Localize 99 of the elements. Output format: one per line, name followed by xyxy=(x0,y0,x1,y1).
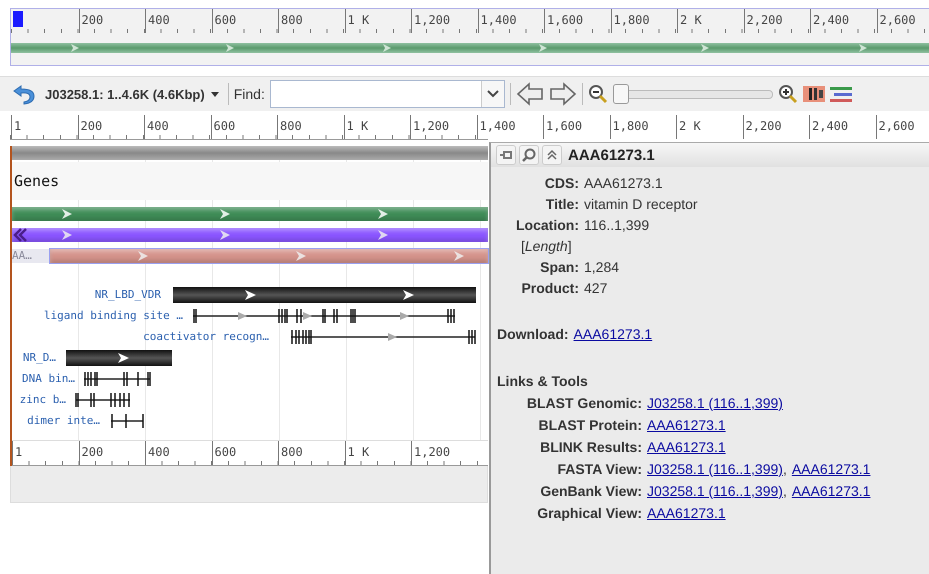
field-label: Location: xyxy=(515,217,579,233)
sequence-icon[interactable] xyxy=(802,84,825,104)
find-label: Find: xyxy=(234,86,265,102)
ruler-label: 1 K xyxy=(344,115,410,139)
tracks-icon[interactable] xyxy=(830,84,852,104)
download-link[interactable]: AAA61273.1 xyxy=(574,326,652,342)
site-marks-drawing[interactable] xyxy=(83,371,152,387)
ruler-label: 200 xyxy=(78,115,144,139)
feature-label[interactable]: NR_LBD_VDR xyxy=(94,288,161,301)
ruler-label: 1 K xyxy=(344,441,411,465)
ruler-label: 600 xyxy=(210,115,277,139)
pin-icon[interactable] xyxy=(499,149,513,161)
feature-label[interactable]: zinc b… xyxy=(20,393,66,406)
ruler-label: 1 K xyxy=(344,9,411,33)
ruler-label: 2,400 xyxy=(810,9,876,33)
ruler-label: 2 K xyxy=(677,9,744,33)
tool-link[interactable]: AAA61273.1 xyxy=(647,505,726,521)
feature-label[interactable]: dimer inte… xyxy=(27,414,100,427)
track-label: AA… xyxy=(12,249,50,263)
zoom-slider[interactable] xyxy=(612,84,773,104)
tool-link[interactable]: J03258.1 (116..1,399) xyxy=(647,483,783,499)
field-value: 1,284 xyxy=(584,259,620,275)
site-marks-drawing[interactable] xyxy=(192,308,457,324)
ruler-label: 200 xyxy=(78,441,145,465)
section-heading: Links & Tools xyxy=(497,373,589,389)
ruler-label: 400 xyxy=(144,115,210,139)
ruler-label: 800 xyxy=(278,9,344,33)
tool-link[interactable]: AAA61273.1 xyxy=(792,483,870,499)
site-marks-drawing[interactable] xyxy=(110,413,145,429)
feature-label[interactable]: NR_D… xyxy=(22,351,56,364)
tool-link[interactable]: J03258.1 (116..1,399) xyxy=(647,461,783,477)
feature-label[interactable]: ligand binding site … xyxy=(44,309,183,322)
ruler-label: 800 xyxy=(277,115,344,139)
ruler-label: 2 K xyxy=(676,115,742,139)
chevron-down-icon[interactable] xyxy=(486,90,499,98)
field-label: CDS: xyxy=(544,175,579,191)
site-marks-drawing[interactable] xyxy=(290,329,477,345)
ruler-label: 1,800 xyxy=(610,115,676,139)
ruler-label: 800 xyxy=(278,441,344,465)
caret-icon[interactable] xyxy=(210,92,219,96)
tool-link[interactable]: AAA61273.1 xyxy=(647,417,726,433)
field-label: Title: xyxy=(544,196,579,212)
download-label: Download: xyxy=(497,326,569,342)
ruler-label: 2,200 xyxy=(742,115,809,139)
double-chevron-up-icon[interactable] xyxy=(546,149,558,161)
ruler-label: 400 xyxy=(145,441,212,465)
tool-label: Graphical View: xyxy=(536,505,642,521)
tool-label: BLAST Genomic: xyxy=(526,395,642,411)
ruler-label: 1,400 xyxy=(476,115,543,139)
tool-link[interactable]: AAA61273.1 xyxy=(647,439,726,455)
popup-title: AAA61273.1 xyxy=(568,146,655,164)
slider-thumb[interactable] xyxy=(612,84,629,104)
arrow-left-icon[interactable] xyxy=(516,82,544,106)
ruler-label: 1,600 xyxy=(543,115,610,139)
back-icon[interactable] xyxy=(12,83,36,105)
ruler-label: 1,200 xyxy=(411,441,478,465)
collapse-button[interactable] xyxy=(542,145,562,165)
feature-bar[interactable] xyxy=(66,350,172,366)
separator: , xyxy=(782,483,787,499)
field-label: Span: xyxy=(539,259,579,275)
field-value: AAA61273.1 xyxy=(584,175,664,191)
ruler-label: 1,200 xyxy=(411,9,478,33)
field-value: vitamin D receptor xyxy=(584,196,699,212)
separator: , xyxy=(782,461,787,477)
site-marks-drawing[interactable] xyxy=(75,392,132,408)
ruler-label: 1,400 xyxy=(478,9,544,33)
sequence-dropdown[interactable]: J03258.1: 1..4.6K (4.6Kbp) xyxy=(41,86,223,102)
find-field[interactable] xyxy=(270,80,505,108)
pin-button[interactable] xyxy=(496,145,516,165)
ruler-label: 600 xyxy=(212,9,278,33)
zoom-in-icon[interactable] xyxy=(778,84,798,104)
feature-label[interactable]: coactivator recogn… xyxy=(143,330,269,343)
ruler-label: 1 xyxy=(11,115,78,139)
field-note: [Length] xyxy=(520,238,573,254)
tool-label: GenBank View: xyxy=(539,483,642,499)
ruler-label: 1,200 xyxy=(410,115,476,139)
field-value: 427 xyxy=(584,280,608,296)
field-label: Product: xyxy=(520,280,579,296)
ruler-label: 1,800 xyxy=(610,9,677,33)
field-value: 116..1,399 xyxy=(584,217,650,233)
ruler-label: 400 xyxy=(145,9,212,33)
tool-label: FASTA View: xyxy=(556,461,642,477)
tool-label: BLAST Protein: xyxy=(538,417,642,433)
arrow-right-icon[interactable] xyxy=(548,82,577,106)
ruler-label: 2,600 xyxy=(876,9,929,33)
tool-link[interactable]: J03258.1 (116..1,399) xyxy=(647,395,783,411)
tool-link[interactable]: AAA61273.1 xyxy=(792,461,870,477)
zoom-out-icon[interactable] xyxy=(588,84,608,104)
tool-label: BLINK Results: xyxy=(539,439,642,455)
ruler-label: 200 xyxy=(78,9,145,33)
ruler-label: 1,600 xyxy=(544,9,610,33)
ruler-label: 2,400 xyxy=(809,115,876,139)
ruler-label: 1 xyxy=(12,441,78,465)
ruler-label: 2,600 xyxy=(876,115,929,139)
ruler-label: 600 xyxy=(212,441,278,465)
overview-panel[interactable]: 200 400 600 800 1 K 1,200 1,400 1,600 1,800 2 K 2,200 2,400 2,600 xyxy=(10,8,929,66)
feature-label[interactable]: DNA bin… xyxy=(22,372,75,385)
ruler-label: 2,200 xyxy=(744,9,810,33)
track-title: Genes xyxy=(13,172,60,190)
